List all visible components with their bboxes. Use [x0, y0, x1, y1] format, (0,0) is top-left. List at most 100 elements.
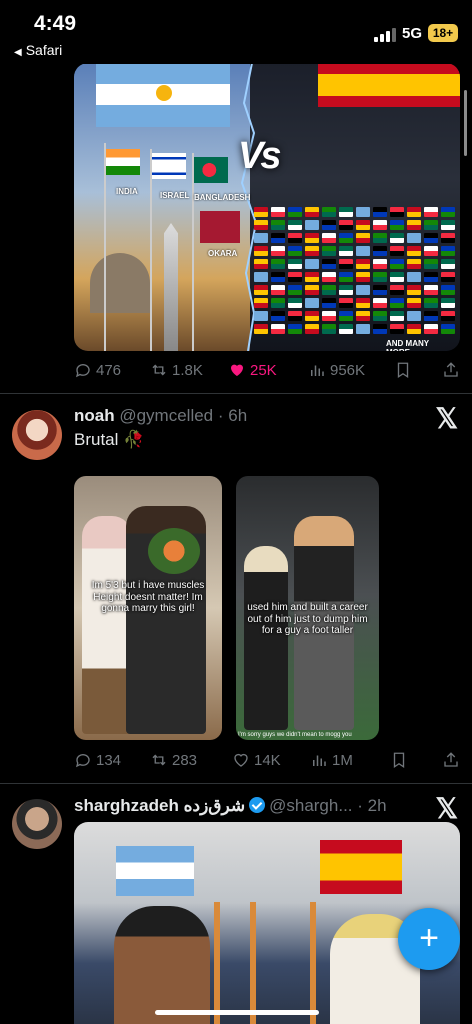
mini-flag [254, 246, 268, 256]
mini-flag [407, 207, 421, 217]
mini-flag [390, 259, 404, 269]
home-indicator[interactable] [155, 1010, 319, 1015]
user-handle[interactable]: @gymcelled [119, 406, 213, 425]
mini-flag [305, 207, 319, 217]
views-icon [311, 365, 324, 376]
mini-flag [271, 272, 285, 282]
back-to-safari-link[interactable]: ◀ Safari [14, 42, 62, 58]
bookmark-button[interactable] [390, 751, 408, 769]
post2-image-left[interactable]: Im 5'3 but i have muscles Height doesnt … [74, 476, 222, 740]
mini-flag [424, 311, 438, 321]
mini-flag [254, 207, 268, 217]
obelisk [164, 223, 178, 351]
mini-flag [271, 246, 285, 256]
spain-flag [320, 840, 402, 894]
mini-flag [305, 272, 319, 282]
repost-button[interactable]: 283 [150, 751, 197, 769]
mini-flag [424, 298, 438, 308]
user-handle[interactable]: @shargh... [269, 796, 352, 815]
x-logo-icon[interactable]: 𝕏 [435, 402, 458, 435]
pool-cue [310, 902, 316, 1024]
mini-flag [441, 324, 455, 334]
reply-button[interactable]: 134 [74, 751, 121, 769]
mini-flag [441, 220, 455, 230]
mini-flag [407, 246, 421, 256]
reply-icon [75, 754, 90, 768]
post1-image[interactable]: Vs INDIA ISRAEL BANGLADESH OKARA AND MAN… [74, 63, 460, 351]
mini-flag [254, 259, 268, 269]
mini-flag [424, 246, 438, 256]
mini-flag [305, 259, 319, 269]
argentina-flag [116, 846, 194, 896]
mini-flag [407, 233, 421, 243]
repost-count: 283 [172, 751, 198, 769]
mini-flag [305, 311, 319, 321]
mini-flag [390, 298, 404, 308]
avatar[interactable] [12, 410, 62, 460]
bookmark-button[interactable] [394, 361, 412, 379]
like-count: 14K [254, 751, 281, 769]
wilted-rose-emoji: 🥀 [123, 430, 145, 449]
mini-flag [322, 285, 336, 295]
bangladesh-flag [194, 157, 228, 183]
mini-flag [339, 298, 353, 308]
status-time: 4:49 [34, 12, 77, 35]
x-logo-icon[interactable]: 𝕏 [435, 792, 458, 825]
bookmark-icon [397, 362, 409, 379]
girl-figure [82, 516, 132, 734]
scrollbar[interactable] [464, 90, 467, 156]
mini-flag [339, 285, 353, 295]
mini-flag [254, 285, 268, 295]
label-okara: OKARA [208, 249, 238, 258]
label-bangladesh: BANGLADESH [194, 193, 251, 202]
mini-flag [390, 233, 404, 243]
repost-button[interactable]: 1.8K [150, 361, 203, 379]
mini-flag [356, 311, 370, 321]
mini-flag [288, 246, 302, 256]
bouquet [148, 528, 200, 574]
avatar[interactable] [12, 799, 62, 849]
like-button[interactable]: 14K [232, 751, 281, 769]
repost-icon [152, 364, 166, 376]
reply-button[interactable]: 476 [74, 361, 121, 379]
mini-flag [373, 298, 387, 308]
sun-icon [156, 85, 172, 101]
mini-flag [373, 285, 387, 295]
mini-flag [254, 324, 268, 334]
post3-header: sharghzadeh شرق‌زده @shargh... · 2h [74, 796, 387, 815]
mini-flag [407, 220, 421, 230]
display-name[interactable]: noah [74, 406, 115, 425]
share-button[interactable] [442, 751, 460, 769]
mini-flag [356, 233, 370, 243]
mini-flag [339, 324, 353, 334]
mini-flag [424, 207, 438, 217]
like-button[interactable]: 25K [228, 361, 277, 379]
pool-cue [250, 902, 256, 1024]
share-icon [444, 752, 458, 767]
mini-flag [322, 246, 336, 256]
mini-flag [288, 298, 302, 308]
reply-icon [75, 364, 90, 378]
mini-flag [373, 272, 387, 282]
views-count: 956K [330, 361, 366, 379]
mini-flag [288, 220, 302, 230]
mini-flag [424, 259, 438, 269]
mini-flag [407, 324, 421, 334]
mini-flag [322, 272, 336, 282]
capitol-dome [90, 253, 150, 313]
india-flag [106, 149, 140, 175]
post2-image-right[interactable]: used him and built a career out of him j… [236, 476, 379, 740]
views-button[interactable]: 1M [310, 751, 353, 769]
mini-flag [271, 324, 285, 334]
and-many-more-text: AND MANY MORE... [386, 339, 429, 351]
mini-flag [305, 220, 319, 230]
mini-flag [356, 207, 370, 217]
display-name[interactable]: sharghzadeh شرق‌زده [74, 796, 245, 815]
views-button[interactable]: 956K [308, 361, 365, 379]
mini-flag [254, 272, 268, 282]
compose-button[interactable]: + [398, 908, 460, 970]
views-icon [313, 755, 326, 766]
network-type: 5G [402, 25, 423, 42]
share-button[interactable] [442, 361, 460, 379]
mini-flag [373, 233, 387, 243]
